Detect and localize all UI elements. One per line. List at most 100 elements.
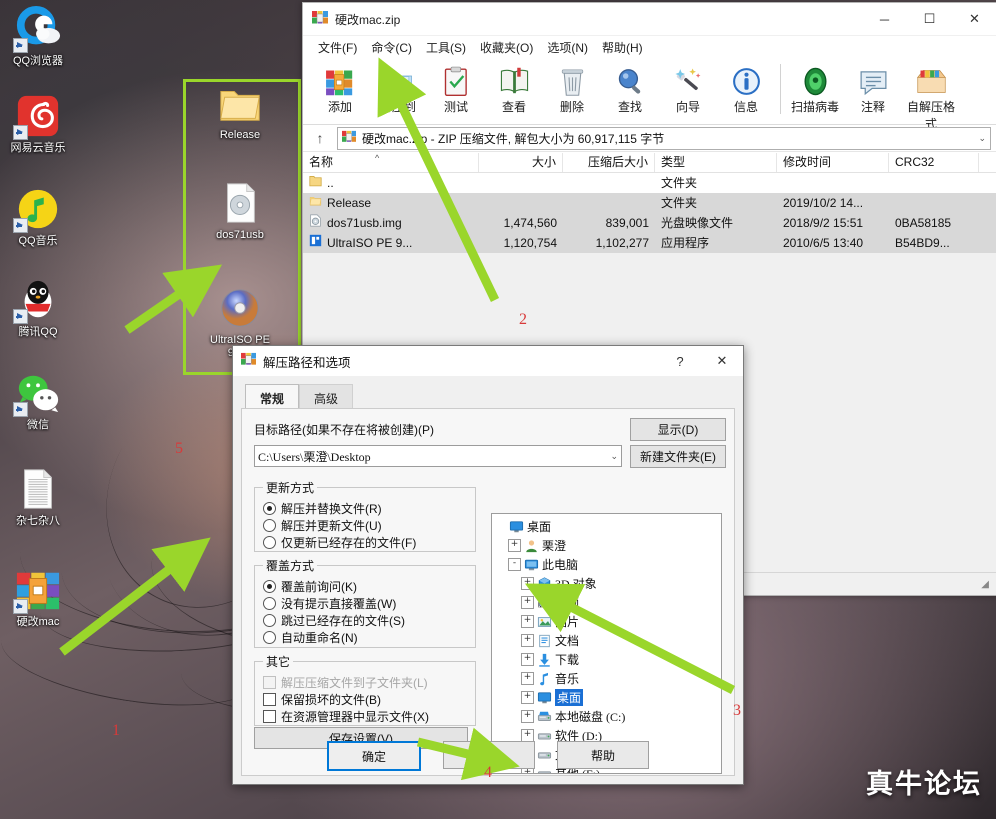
tree-expander[interactable]: + xyxy=(521,672,534,685)
dialog-close-button[interactable]: ✕ xyxy=(701,346,743,376)
column-header-3[interactable]: 类型 xyxy=(655,152,777,172)
desktop-icon-5[interactable]: 杂七杂八 xyxy=(2,466,74,528)
menu-item-0[interactable]: 文件(F) xyxy=(311,37,364,58)
toolbar-button-添加[interactable]: 添加 xyxy=(311,62,369,115)
tree-expander[interactable]: + xyxy=(521,710,534,723)
toolbar-button-解压到[interactable]: 解压到 xyxy=(369,62,427,115)
radio-option-3[interactable]: 自动重命名(N) xyxy=(263,629,469,646)
tree-expander[interactable]: + xyxy=(521,691,534,704)
desktop-icon-7[interactable]: Release xyxy=(204,80,276,142)
column-header-0[interactable]: 名称 ^ xyxy=(303,152,479,172)
archive-path-combobox[interactable]: 硬改mac.zip - ZIP 压缩文件, 解包大小为 60,917,115 字… xyxy=(337,126,991,150)
toolbar-button-测试[interactable]: 测试 xyxy=(427,62,485,115)
desktop-icon-3[interactable]: 腾讯QQ xyxy=(2,277,74,339)
checkbox-option-2[interactable]: 在资源管理器中显示文件(X) xyxy=(263,708,469,725)
desktop-icon-0[interactable]: QQ浏览器 xyxy=(2,6,74,68)
radio-indicator[interactable] xyxy=(263,536,276,549)
tree-node-文档[interactable]: + 文档 xyxy=(495,631,721,650)
resize-grip-icon[interactable]: ◢ xyxy=(981,579,989,590)
column-header-1[interactable]: 大小 xyxy=(479,152,563,172)
winrar-titlebar[interactable]: 硬改mac.zip ─ ☐ ✕ xyxy=(303,3,996,36)
winrar-address-bar[interactable]: ↑ 硬改mac.zip - ZIP 压缩文件, 解包大小为 60,917,115… xyxy=(303,125,996,151)
tree-expander[interactable]: + xyxy=(521,596,534,609)
new-folder-button[interactable]: 新建文件夹(E) xyxy=(630,445,726,468)
dialog-button-确定[interactable]: 确定 xyxy=(327,741,421,771)
column-header-5[interactable]: CRC32 xyxy=(889,152,979,172)
checkbox-indicator[interactable] xyxy=(263,710,276,723)
table-row[interactable]: .. 文件夹 xyxy=(303,173,996,193)
toolbar-button-查看[interactable]: 查看 xyxy=(485,62,543,115)
extract-path-and-options-dialog[interactable]: 解压路径和选项 ? ✕ 常规 高级 目标路径(如果不存在将被创建)(P) C:\U… xyxy=(232,345,744,785)
toolbar-button-向导[interactable]: 向导 xyxy=(659,62,717,115)
up-arrow-icon[interactable]: ↑ xyxy=(309,130,331,146)
radio-option-1[interactable]: 解压并更新文件(U) xyxy=(263,517,469,534)
tree-expander[interactable]: - xyxy=(508,558,521,571)
tree-node-视频[interactable]: + 视频 xyxy=(495,593,721,612)
dialog-tabs[interactable]: 常规 高级 xyxy=(233,376,743,412)
desktop-icon-1[interactable]: 网易云音乐 xyxy=(2,93,74,155)
radio-indicator[interactable] xyxy=(263,502,276,515)
toolbar-button-信息[interactable]: 信息 xyxy=(717,62,775,115)
chevron-down-icon[interactable]: ⌄ xyxy=(610,451,618,462)
table-row[interactable]: dos71usb.img 1,474,560 839,001 光盘映像文件 2018/9… xyxy=(303,213,996,233)
winrar-toolbar[interactable]: 添加 解压到 测试 查看 删除 查找 向导 信息 扫描病毒 注释 自解压格式 xyxy=(303,58,996,131)
desktop-icon-8[interactable]: dos71usb xyxy=(204,180,276,242)
checkbox-indicator[interactable] xyxy=(263,693,276,706)
target-path-input[interactable]: C:\Users\栗澄\Desktop ⌄ xyxy=(254,445,622,467)
radio-option-1[interactable]: 没有提示直接覆盖(W) xyxy=(263,595,469,612)
radio-indicator[interactable] xyxy=(263,580,276,593)
tree-node-此电脑[interactable]: - 此电脑 xyxy=(495,555,721,574)
tree-node-栗澄[interactable]: + 栗澄 xyxy=(495,536,721,555)
column-header-2[interactable]: 压缩后大小 xyxy=(563,152,655,172)
toolbar-button-删除[interactable]: 删除 xyxy=(543,62,601,115)
radio-option-2[interactable]: 仅更新已经存在的文件(F) xyxy=(263,534,469,551)
dialog-titlebar[interactable]: 解压路径和选项 ? ✕ xyxy=(233,346,743,376)
maximize-button[interactable]: ☐ xyxy=(907,3,952,35)
table-row[interactable]: UltraISO PE 9... 1,120,754 1,102,277 应用程序 20… xyxy=(303,233,996,253)
toolbar-button-扫描病毒[interactable]: 扫描病毒 xyxy=(786,62,844,115)
tree-expander[interactable]: + xyxy=(508,539,521,552)
folder-tree[interactable]: 桌面 + 栗澄 - 此电脑 +3D 对象 + 视频 + 图片 + 文档 + 下载 + 音乐 + 桌面 + 本地磁盘 (… xyxy=(491,513,722,774)
file-list[interactable]: .. 文件夹 Release 文件夹 2019/10/2 14... dos71usb.i… xyxy=(303,173,996,253)
tree-expander[interactable]: + xyxy=(521,577,534,590)
radio-option-2[interactable]: 跳过已经存在的文件(S) xyxy=(263,612,469,629)
tree-expander[interactable]: + xyxy=(521,653,534,666)
radio-indicator[interactable] xyxy=(263,519,276,532)
checkbox-option-1[interactable]: 保留损坏的文件(B) xyxy=(263,691,469,708)
tree-node-本地磁盘 (C:)[interactable]: + 本地磁盘 (C:) xyxy=(495,707,721,726)
chevron-down-icon[interactable]: ⌄ xyxy=(978,133,986,144)
tree-node-音乐[interactable]: + 音乐 xyxy=(495,669,721,688)
menu-item-2[interactable]: 工具(S) xyxy=(419,37,473,58)
tree-node-桌面[interactable]: 桌面 xyxy=(495,517,721,536)
tree-node-下载[interactable]: + 下载 xyxy=(495,650,721,669)
radio-option-0[interactable]: 覆盖前询问(K) xyxy=(263,578,469,595)
table-row[interactable]: Release 文件夹 2019/10/2 14... xyxy=(303,193,996,213)
radio-indicator[interactable] xyxy=(263,614,276,627)
radio-option-0[interactable]: 解压并替换文件(R) xyxy=(263,500,469,517)
tree-node-图片[interactable]: + 图片 xyxy=(495,612,721,631)
toolbar-button-自解压格式[interactable]: 自解压格式 xyxy=(902,62,960,132)
radio-indicator[interactable] xyxy=(263,631,276,644)
radio-indicator[interactable] xyxy=(263,597,276,610)
menu-item-1[interactable]: 命令(C) xyxy=(364,37,419,58)
menu-item-4[interactable]: 选项(N) xyxy=(540,37,595,58)
show-button[interactable]: 显示(D) xyxy=(630,418,726,441)
file-list-header[interactable]: 名称 ^ 大小 压缩后大小 类型 修改时间 CRC32 xyxy=(303,151,996,173)
menu-item-3[interactable]: 收藏夹(O) xyxy=(473,37,540,58)
tree-node-桌面[interactable]: + 桌面 xyxy=(495,688,721,707)
column-header-4[interactable]: 修改时间 xyxy=(777,152,889,172)
menu-item-5[interactable]: 帮助(H) xyxy=(595,37,650,58)
winrar-menubar[interactable]: 文件(F) 命令(C) 工具(S) 收藏夹(O) 选项(N) 帮助(H) xyxy=(303,36,996,58)
toolbar-button-注释[interactable]: 注释 xyxy=(844,62,902,115)
minimize-button[interactable]: ─ xyxy=(862,3,907,35)
desktop-icon-6[interactable]: 硬改mac xyxy=(2,567,74,629)
dialog-help-button[interactable]: ? xyxy=(659,346,701,376)
tree-expander[interactable]: + xyxy=(521,634,534,647)
dialog-button-帮助[interactable]: 帮助 xyxy=(557,741,649,769)
toolbar-button-查找[interactable]: 查找 xyxy=(601,62,659,115)
desktop-icon-4[interactable]: 微信 xyxy=(2,370,74,432)
tree-node-3D 对象[interactable]: +3D 对象 xyxy=(495,574,721,593)
desktop-icon-2[interactable]: QQ音乐 xyxy=(2,186,74,248)
close-button[interactable]: ✕ xyxy=(952,3,996,35)
tree-expander[interactable]: + xyxy=(521,615,534,628)
